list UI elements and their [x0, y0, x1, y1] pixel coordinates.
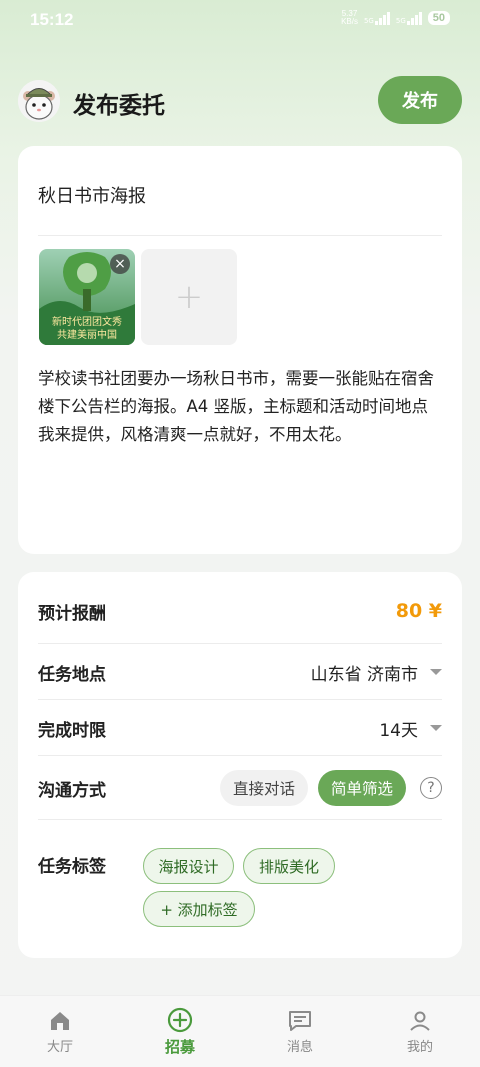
- task-description[interactable]: 学校读书社团要办一场秋日书市，需要一张能贴在宿舍楼下公告栏的海报。A4 竖版，主…: [38, 365, 442, 449]
- nav-item-lobby[interactable]: 大厅: [0, 996, 120, 1067]
- add-tag-button[interactable]: + 添加标签: [143, 891, 255, 927]
- hamster-avatar-icon: [18, 80, 60, 122]
- reward-row[interactable]: 预计报酬 80 ¥: [38, 583, 442, 639]
- poster-caption-line1: 新时代团团文秀: [52, 315, 122, 328]
- deadline-value: 14天: [379, 720, 418, 741]
- nav-item-recruit[interactable]: 招募: [120, 996, 240, 1067]
- chevron-down-icon: [430, 669, 442, 675]
- home-icon: [51, 1011, 69, 1030]
- avatar[interactable]: [18, 80, 60, 122]
- task-detail-card: 秋日书市海报 新时代团团文秀 共建美丽中国 × + 学校读书社团要办一场秋日书市…: [18, 146, 462, 554]
- status-icons: 5.37 KB/s 5G 5G 50: [341, 10, 450, 26]
- deadline-label: 完成时限: [38, 720, 106, 741]
- plus-circle-icon: [167, 1007, 193, 1032]
- signal-label: 5G: [363, 17, 374, 25]
- reward-label: 预计报酬: [38, 603, 106, 624]
- status-time: 15:12: [30, 10, 74, 29]
- person-icon: [410, 1011, 430, 1031]
- signal-icon: 5G: [396, 11, 422, 25]
- message-icon: [289, 1010, 311, 1031]
- divider: [38, 819, 442, 820]
- nav-label: 我的: [406, 1039, 433, 1055]
- divider: [38, 235, 442, 236]
- publish-button[interactable]: 发布: [378, 76, 462, 124]
- remove-image-close-icon[interactable]: ×: [110, 254, 130, 274]
- signal-icon: 5G: [364, 11, 390, 25]
- deadline-select[interactable]: 14天: [379, 716, 442, 741]
- contact-row: 沟通方式 直接对话 简单筛选 ?: [38, 760, 442, 816]
- deadline-row[interactable]: 完成时限 14天: [38, 700, 442, 756]
- contact-option-direct[interactable]: 直接对话: [219, 770, 308, 806]
- reward-value[interactable]: 80 ¥: [396, 600, 442, 622]
- nav-label: 大厅: [46, 1039, 73, 1055]
- contact-option-filter[interactable]: 简单筛选: [317, 770, 406, 806]
- help-icon[interactable]: ?: [420, 777, 442, 799]
- page-header: 发布委托 发布: [18, 76, 462, 126]
- task-settings-card: 预计报酬 80 ¥ 任务地点 山东省 济南市 完成时限 14天 沟通方式 直接对…: [18, 572, 462, 958]
- nav-item-profile[interactable]: 我的: [360, 996, 480, 1067]
- location-row[interactable]: 任务地点 山东省 济南市: [38, 644, 442, 700]
- battery-icon: 50: [427, 11, 450, 25]
- contact-label: 沟通方式: [38, 780, 106, 801]
- add-image-plus-icon[interactable]: +: [141, 249, 237, 345]
- poster-caption-line2: 共建美丽中国: [57, 328, 117, 341]
- nav-label: 消息: [286, 1039, 313, 1055]
- chevron-down-icon: [430, 725, 442, 731]
- status-bar: 15:12 5.37 KB/s 5G 5G 50: [0, 0, 480, 40]
- page-title: 发布委托: [73, 93, 165, 119]
- nav-label: 招募: [164, 1037, 195, 1056]
- location-value: 山东省 济南市: [310, 664, 418, 685]
- task-title-input[interactable]: 秋日书市海报: [38, 182, 146, 208]
- signal-label: 5G: [395, 17, 406, 25]
- bottom-nav: 大厅 招募 消息 我的: [0, 995, 480, 1067]
- divider: [38, 755, 442, 756]
- nav-item-messages[interactable]: 消息: [240, 996, 360, 1067]
- location-label: 任务地点: [38, 664, 106, 685]
- location-select[interactable]: 山东省 济南市: [311, 660, 442, 685]
- net-speed: 5.37 KB/s: [341, 10, 358, 26]
- net-speed-unit: KB/s: [341, 17, 358, 26]
- tags-label: 任务标签: [38, 857, 106, 877]
- tag-chip[interactable]: 海报设计: [143, 848, 234, 884]
- tag-chip[interactable]: 排版美化: [243, 848, 335, 884]
